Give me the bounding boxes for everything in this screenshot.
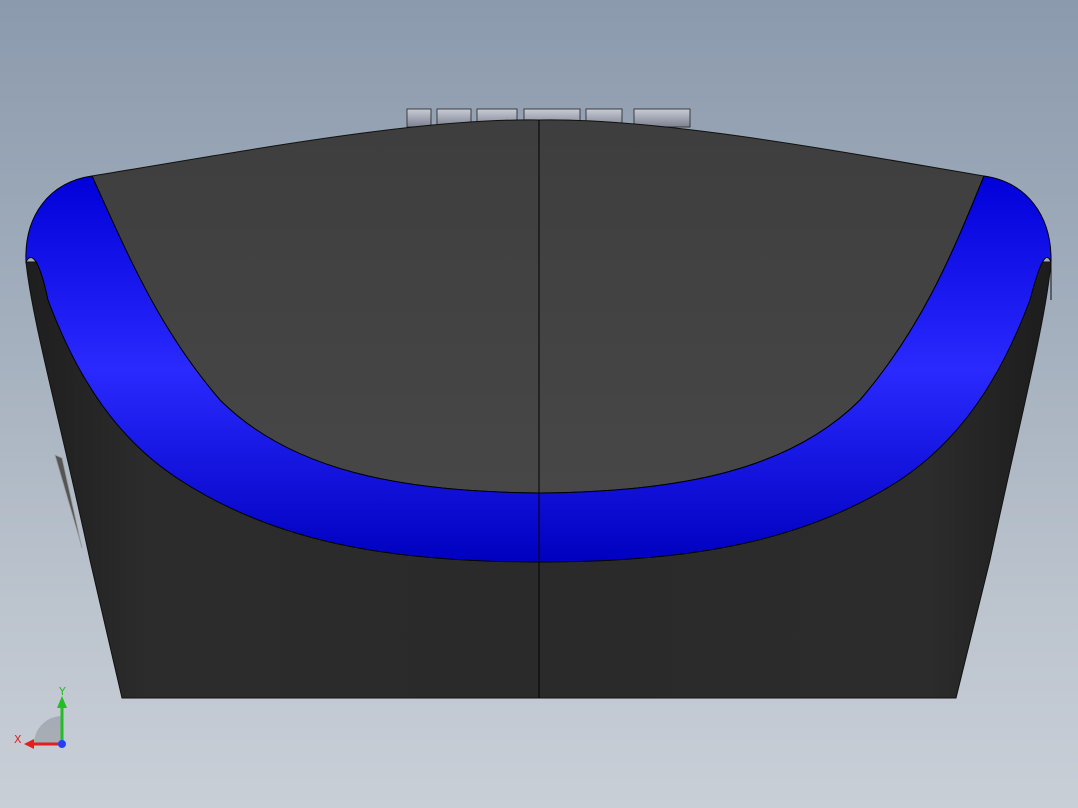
x-axis-label: X [14,733,22,746]
triad-arc [34,716,62,744]
x-arrow-icon [24,739,34,749]
y-axis-label: Y [58,686,66,698]
model-render [25,108,1052,699]
orientation-triad: Y X [12,685,76,752]
z-axis-dot [58,740,66,748]
3d-viewport[interactable] [0,0,1078,808]
